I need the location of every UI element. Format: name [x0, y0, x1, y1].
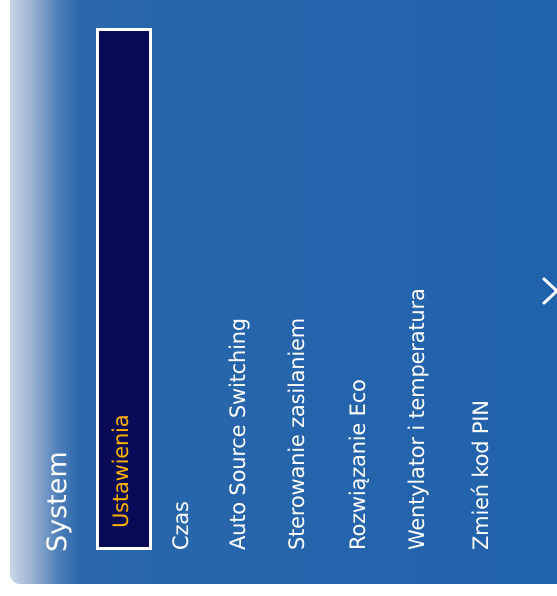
menu-item-rozwiazanie-eco[interactable]: Rozwiązanie Eco: [346, 379, 370, 550]
menu-item-ustawienia[interactable]: Ustawienia: [109, 415, 133, 528]
menu-item-auto-source-switching[interactable]: Auto Source Switching: [226, 318, 250, 550]
menu-item-sterowanie-zasilaniem[interactable]: Sterowanie zasilaniem: [285, 318, 309, 550]
chevron-right-icon[interactable]: [540, 276, 557, 306]
menu-item-wentylator-i-temperatura[interactable]: Wentylator i temperatura: [405, 288, 429, 550]
tv-screen: System Ustawienia Czas Auto Source Switc…: [0, 0, 557, 596]
system-menu-panel: System Ustawienia Czas Auto Source Switc…: [10, 0, 557, 584]
menu-item-czas[interactable]: Czas: [169, 501, 193, 550]
menu-title: System: [42, 451, 73, 552]
menu-item-zmien-kod-pin[interactable]: Zmień kod PIN: [469, 400, 493, 550]
